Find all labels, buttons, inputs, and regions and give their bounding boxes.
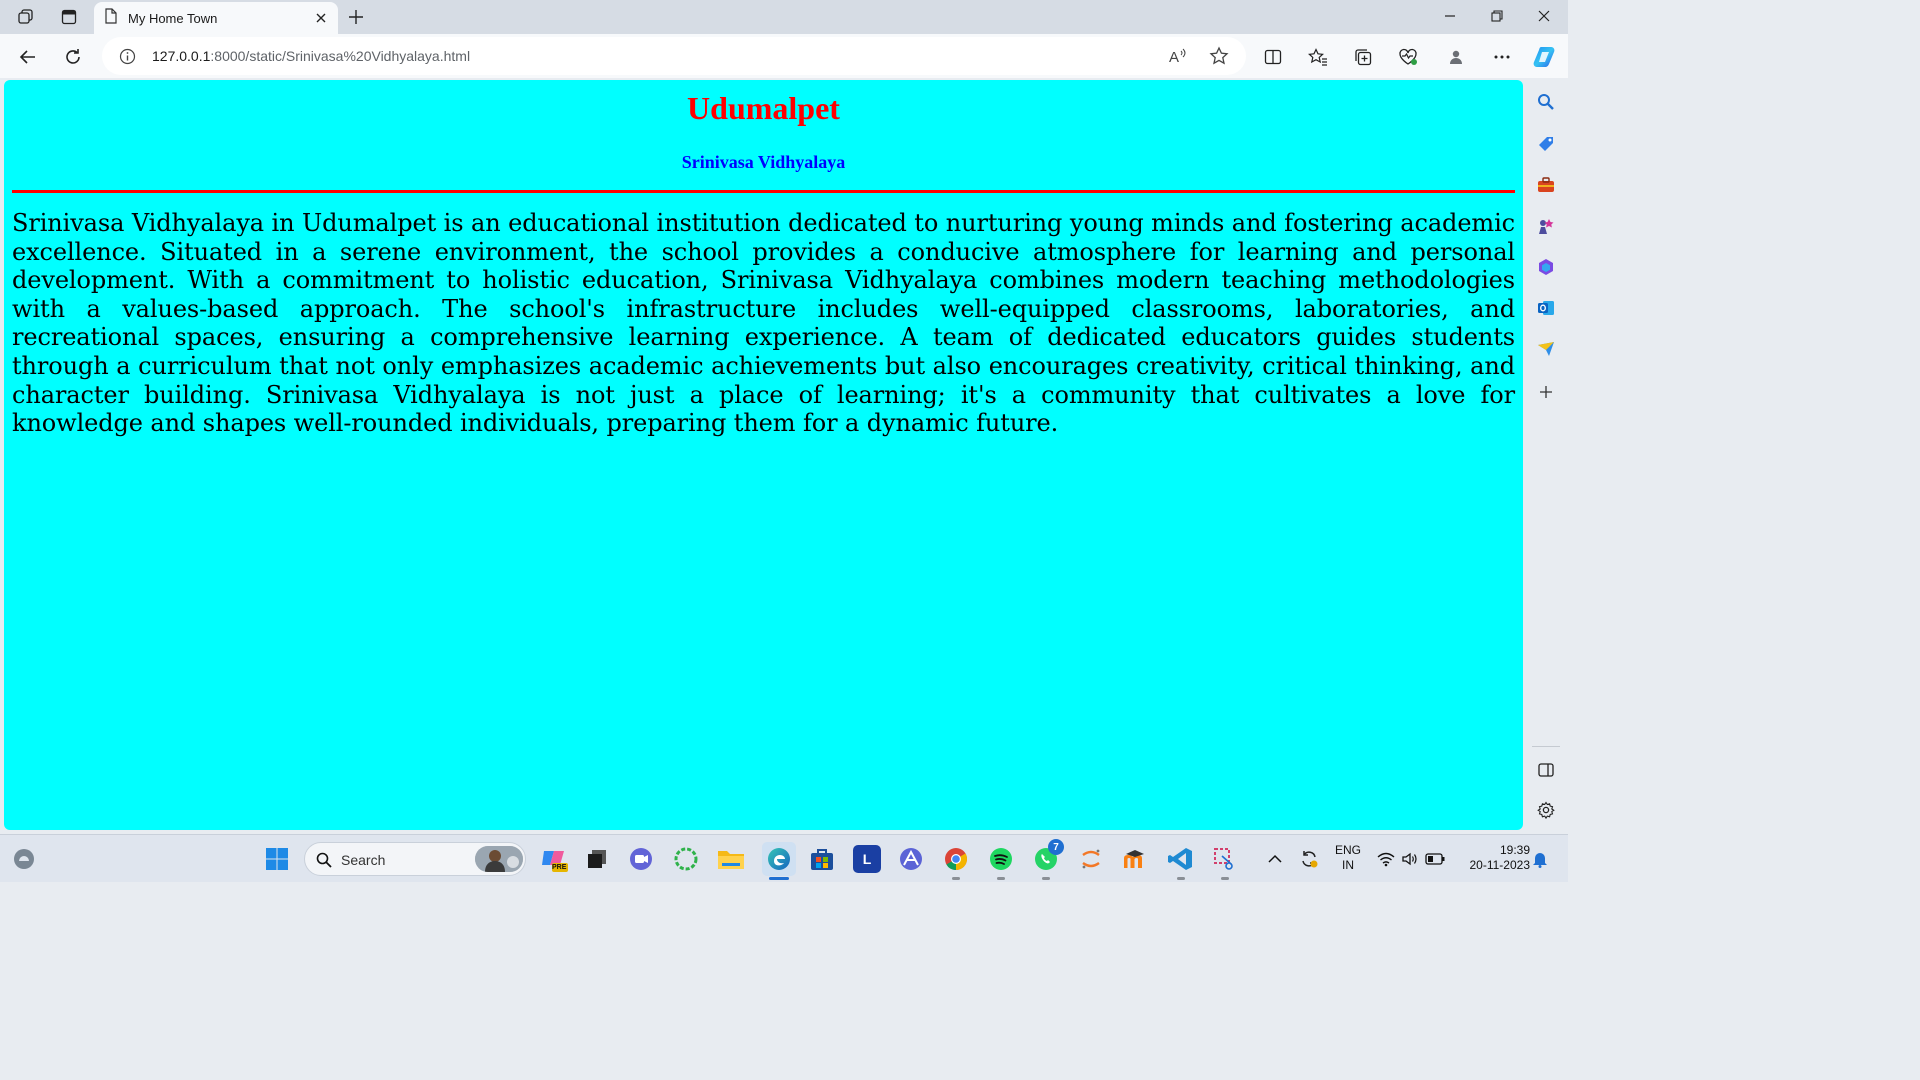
browser-toolbar: 127.0.0.1:8000/static/Srinivasa%20Vidhya… [0, 34, 1568, 78]
snipping-tool-icon[interactable] [1211, 845, 1239, 873]
copilot-preview-icon[interactable]: PRE [540, 845, 568, 873]
more-options-icon[interactable] [1487, 42, 1517, 72]
settings-gear-icon[interactable] [1534, 798, 1558, 822]
page-heading: Udumalpet [687, 90, 840, 126]
svg-text:A: A [1169, 49, 1179, 66]
horizontal-rule [12, 190, 1515, 193]
url-text[interactable]: 127.0.0.1:8000/static/Srinivasa%20Vidhya… [152, 48, 470, 64]
language-indicator[interactable]: ENG IN [1330, 843, 1366, 873]
language-line1: ENG [1334, 843, 1361, 857]
shopping-tag-icon[interactable] [1534, 132, 1558, 156]
page-document-icon [104, 7, 118, 29]
tab-actions-icon[interactable] [53, 4, 85, 30]
url-host: 127.0.0.1 [152, 48, 211, 64]
spotify-running-indicator [997, 877, 1005, 880]
l-app-icon[interactable]: L [853, 845, 881, 873]
tab-title: My Home Town [128, 10, 218, 26]
site-info-icon[interactable] [119, 48, 136, 70]
drop-send-icon[interactable] [1534, 337, 1558, 361]
notification-bell-icon[interactable] [1530, 845, 1550, 873]
chrome-running-indicator [952, 877, 960, 880]
refresh-icon[interactable] [58, 42, 88, 72]
ring-app-icon[interactable] [672, 845, 700, 873]
weather-widget-icon[interactable] [10, 845, 38, 873]
windows-start-icon[interactable] [263, 845, 291, 873]
file-explorer-icon[interactable] [717, 845, 745, 873]
snipping-running-indicator [1221, 877, 1229, 880]
whatsapp-running-indicator [1042, 877, 1050, 880]
page-subheading: Srinivasa Vidhyalaya [681, 152, 846, 172]
outlook-icon[interactable] [1534, 296, 1558, 320]
page-viewport: Udumalpet Srinivasa Vidhyalaya Srinivasa… [4, 80, 1523, 830]
vscode-icon[interactable] [1166, 845, 1194, 873]
edge-active-indicator [769, 877, 789, 880]
favorites-icon[interactable] [1303, 42, 1333, 72]
jupyter-icon[interactable] [1077, 845, 1105, 873]
microsoft-365-icon[interactable] [1534, 255, 1558, 279]
clock-time: 19:39 [1499, 843, 1530, 857]
search-icon[interactable] [1534, 90, 1558, 114]
back-arrow-icon[interactable] [13, 42, 43, 72]
microsoft-store-icon[interactable] [808, 845, 836, 873]
clock-date: 20-11-2023 [1469, 858, 1531, 872]
battery-icon[interactable] [1424, 845, 1446, 873]
teams-chat-icon[interactable] [627, 845, 655, 873]
url-path: :8000/static/Srinivasa%20Vidhyalaya.html [210, 48, 471, 64]
edge-sidebar [1524, 80, 1568, 832]
page-paragraph: Srinivasa Vidhyalaya in Udumalpet is an … [12, 209, 1515, 438]
arc-app-icon[interactable] [897, 845, 925, 873]
search-label: Search [341, 852, 386, 868]
hide-sidebar-icon[interactable] [1534, 758, 1558, 782]
sidebar-separator [1532, 746, 1560, 747]
task-view-icon[interactable] [583, 845, 611, 873]
moodle-icon[interactable] [1121, 845, 1149, 873]
restore-icon[interactable] [1474, 0, 1520, 32]
l-app-letter: L [862, 851, 872, 867]
close-window-icon[interactable] [1521, 0, 1567, 32]
vscode-running-indicator [1177, 877, 1185, 880]
search-highlight-image [475, 846, 523, 872]
wifi-icon[interactable] [1376, 845, 1396, 873]
whatsapp-icon[interactable]: 7 [1032, 839, 1064, 873]
read-aloud-icon[interactable]: A [1168, 46, 1188, 71]
profile-avatar-icon[interactable] [1441, 42, 1471, 72]
chevron-up-icon[interactable] [1264, 845, 1286, 873]
tools-briefcase-icon[interactable] [1534, 173, 1558, 197]
split-screen-icon[interactable] [1258, 42, 1288, 72]
edge-browser-icon[interactable] [762, 842, 796, 876]
clock[interactable]: 19:39 20-11-2023 [1454, 843, 1531, 873]
windows-taskbar: Search PRE L 7 ENG IN 19:39 20-11-2023 [0, 834, 1568, 882]
spotify-icon[interactable] [987, 845, 1015, 873]
minimize-icon[interactable] [1427, 0, 1473, 32]
taskbar-search-box[interactable]: Search [304, 842, 526, 876]
chrome-icon[interactable] [942, 845, 970, 873]
games-icon[interactable] [1534, 214, 1558, 238]
add-sidebar-app-icon[interactable] [1534, 380, 1558, 404]
whatsapp-badge: 7 [1048, 839, 1064, 855]
copilot-preview-badge: PRE [552, 864, 567, 871]
favorite-star-icon[interactable] [1209, 46, 1229, 71]
workspaces-icon[interactable] [10, 4, 42, 30]
copilot-icon[interactable] [1530, 42, 1560, 72]
language-line2: IN [1342, 858, 1354, 872]
address-bar[interactable]: 127.0.0.1:8000/static/Srinivasa%20Vidhya… [102, 37, 1246, 75]
new-tab-icon[interactable] [342, 4, 370, 30]
close-tab-icon[interactable] [310, 7, 332, 29]
sync-icon[interactable] [1295, 845, 1323, 873]
tab-my-home-town[interactable]: My Home Town [94, 2, 338, 34]
volume-icon[interactable] [1400, 845, 1420, 873]
search-magnifier-icon [316, 852, 332, 873]
browser-essentials-icon[interactable] [1393, 42, 1423, 72]
collections-icon[interactable] [1348, 42, 1378, 72]
tab-strip: My Home Town [0, 0, 1568, 34]
